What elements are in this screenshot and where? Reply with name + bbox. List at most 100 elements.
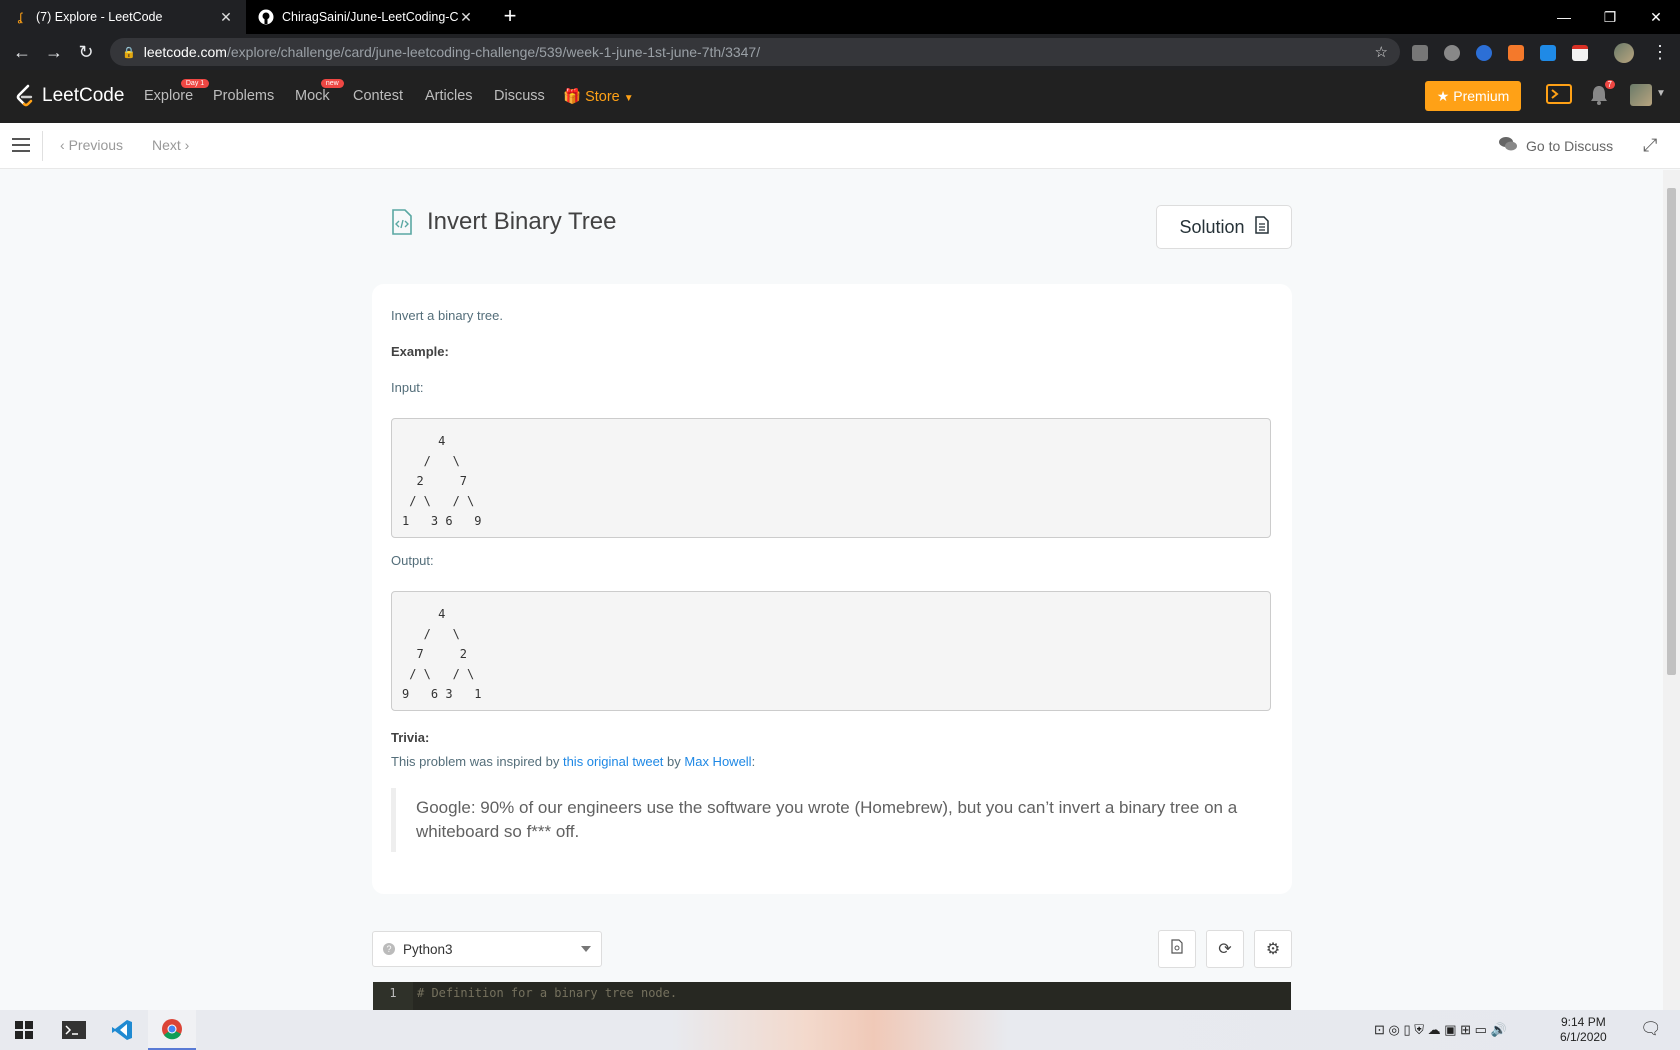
close-tab-icon[interactable]: ✕ bbox=[218, 9, 234, 26]
notification-center-icon[interactable]: 🗨 bbox=[1640, 1019, 1662, 1039]
premium-label: Premium bbox=[1453, 88, 1510, 104]
extension-d3-icon[interactable] bbox=[1508, 45, 1524, 61]
output-tree-block: 4 / \ 7 2 / \ / \ 9 6 3 1 bbox=[391, 591, 1271, 711]
page-scrollbar[interactable] bbox=[1663, 170, 1680, 1010]
new-badge: new bbox=[320, 79, 344, 88]
caret-down-icon[interactable]: ▼ bbox=[1656, 88, 1666, 99]
premium-button[interactable]: ★ Premium bbox=[1425, 81, 1521, 111]
close-tab-icon[interactable]: ✕ bbox=[458, 9, 474, 26]
nav-label: Articles bbox=[425, 88, 473, 104]
extension-chart-icon[interactable] bbox=[1412, 45, 1428, 61]
chrome-icon[interactable] bbox=[148, 1010, 196, 1050]
forward-icon[interactable]: → bbox=[42, 40, 66, 64]
code-line[interactable]: # Definition for a binary tree node. bbox=[417, 982, 677, 1004]
restore-window-icon[interactable]: ❐ bbox=[1586, 0, 1634, 34]
address-bar[interactable]: 🔒 leetcode.com/explore/challenge/card/ju… bbox=[110, 38, 1400, 66]
language-select[interactable]: ? Python3 bbox=[372, 931, 602, 967]
tray-icons[interactable]: ⊡ ◎ ▯ ⛨ ☁ ▣ ⊞ ▭ 🔊 bbox=[1374, 1022, 1507, 1038]
extension-calendar-icon[interactable] bbox=[1572, 45, 1588, 61]
extension-s-icon[interactable] bbox=[1540, 45, 1556, 61]
original-tweet-link[interactable]: this original tweet bbox=[563, 754, 663, 769]
nav-articles[interactable]: Articles bbox=[425, 88, 473, 104]
terminal-icon[interactable] bbox=[50, 1010, 98, 1050]
nav-store[interactable]: 🎁 Store ▼ bbox=[563, 88, 634, 105]
blockquote: Google: 90% of our engineers use the sof… bbox=[391, 788, 1271, 852]
minimize-window-icon[interactable]: — bbox=[1540, 0, 1588, 34]
selected-language: Python3 bbox=[403, 941, 453, 957]
example-heading: Example: bbox=[391, 344, 449, 359]
leetcode-favicon-icon: ʆ bbox=[17, 10, 23, 24]
scrollbar-thumb[interactable] bbox=[1667, 188, 1676, 675]
reload-icon[interactable]: ↻ bbox=[74, 40, 98, 64]
nav-contest[interactable]: Contest bbox=[353, 88, 403, 104]
notification-bell-icon[interactable]: 7 bbox=[1590, 80, 1615, 111]
nav-problems[interactable]: Problems bbox=[213, 88, 274, 104]
caret-down-icon bbox=[581, 946, 591, 952]
browser-tab-github[interactable]: ChiragSaini/June-LeetCoding-Ch ✕ bbox=[246, 0, 486, 34]
previous-label: Previous bbox=[68, 137, 124, 153]
leetcode-logo-icon bbox=[16, 84, 33, 107]
gear-icon: ⚙ bbox=[1265, 941, 1281, 958]
trivia-suffix: : bbox=[751, 754, 756, 769]
trivia-heading: Trivia: bbox=[391, 730, 430, 745]
browser-tab-strip: ʆ (7) Explore - LeetCode ✕ ChiragSaini/J… bbox=[0, 0, 1680, 34]
logo-text: LeetCode bbox=[42, 85, 125, 106]
back-icon[interactable]: ← bbox=[10, 40, 34, 64]
playground-icon[interactable] bbox=[1546, 84, 1572, 112]
max-howell-link[interactable]: Max Howell bbox=[684, 754, 751, 769]
extension-camera-icon[interactable] bbox=[1444, 45, 1460, 61]
trivia-mid: by bbox=[663, 754, 685, 769]
vscode-icon[interactable] bbox=[98, 1010, 146, 1050]
input-label: Input: bbox=[391, 380, 424, 395]
url-path: /explore/challenge/card/june-leetcoding-… bbox=[226, 44, 761, 60]
menu-hamburger-icon[interactable] bbox=[12, 138, 30, 152]
nav-label: Mock bbox=[295, 88, 330, 104]
profile-avatar-icon[interactable] bbox=[1614, 43, 1634, 63]
code-file-button[interactable] bbox=[1158, 930, 1196, 968]
code-file-icon bbox=[392, 209, 412, 235]
next-label: Next bbox=[152, 137, 181, 153]
divider bbox=[42, 131, 43, 161]
windows-taskbar: ⊡ ◎ ▯ ⛨ ☁ ▣ ⊞ ▭ 🔊 9:14 PM 6/1/2020 🗨 bbox=[0, 1010, 1680, 1050]
nav-label: Explore bbox=[144, 88, 194, 104]
notification-count: 7 bbox=[1604, 80, 1615, 89]
fullscreen-expand-icon[interactable]: ⤢ bbox=[1643, 135, 1657, 156]
windows-start-icon[interactable] bbox=[0, 1010, 48, 1050]
star-icon: ★ bbox=[1436, 87, 1450, 104]
help-circle-icon: ? bbox=[383, 943, 395, 955]
user-avatar[interactable] bbox=[1630, 84, 1652, 106]
reset-code-button[interactable]: ⟳ bbox=[1206, 930, 1244, 968]
previous-button[interactable]: ‹ Previous bbox=[60, 137, 123, 153]
go-to-discuss-button[interactable]: Go to Discuss bbox=[1498, 136, 1613, 155]
solution-button[interactable]: Solution bbox=[1156, 205, 1292, 249]
next-button[interactable]: Next › bbox=[152, 137, 189, 153]
comments-icon bbox=[1498, 136, 1518, 155]
browser-menu-icon[interactable]: ⋮ bbox=[1648, 40, 1672, 64]
nav-explore[interactable]: Explore Day 1 bbox=[144, 79, 210, 104]
editor-settings-button[interactable]: ⚙ bbox=[1254, 930, 1292, 968]
chevron-left-icon: ‹ bbox=[60, 137, 69, 153]
system-clock[interactable]: 9:14 PM 6/1/2020 bbox=[1560, 1015, 1607, 1045]
leetcode-logo[interactable]: LeetCode bbox=[14, 84, 124, 108]
lock-icon: 🔒 bbox=[122, 46, 136, 59]
refresh-icon: ⟳ bbox=[1218, 941, 1232, 958]
browser-toolbar: ← → ↻ 🔒 leetcode.com/explore/challenge/c… bbox=[0, 34, 1680, 70]
nav-discuss[interactable]: Discuss bbox=[494, 88, 545, 104]
problem-statement: Invert a binary tree. bbox=[391, 308, 503, 323]
code-editor[interactable]: 1 # Definition for a binary tree node. bbox=[373, 982, 1291, 1010]
nav-label: Problems bbox=[213, 88, 275, 104]
new-tab-button[interactable]: + bbox=[496, 3, 524, 29]
tab-title: ChiragSaini/June-LeetCoding-Ch bbox=[282, 10, 458, 24]
clock-date: 6/1/2020 bbox=[1560, 1030, 1607, 1044]
github-favicon-icon bbox=[258, 9, 274, 25]
solution-label: Solution bbox=[1179, 216, 1245, 237]
browser-tab-leetcode[interactable]: ʆ (7) Explore - LeetCode ✕ bbox=[0, 0, 246, 34]
extension-react-icon[interactable] bbox=[1476, 45, 1492, 61]
question-title: Invert Binary Tree bbox=[427, 208, 617, 235]
gift-icon: 🎁 bbox=[563, 89, 582, 105]
close-window-icon[interactable]: ✕ bbox=[1632, 0, 1680, 34]
bookmark-star-icon[interactable]: ☆ bbox=[1375, 43, 1388, 61]
nav-mock[interactable]: Mock new bbox=[295, 79, 344, 104]
file-code-icon bbox=[1171, 939, 1183, 959]
trivia-text: This problem was inspired by this origin… bbox=[391, 754, 755, 769]
